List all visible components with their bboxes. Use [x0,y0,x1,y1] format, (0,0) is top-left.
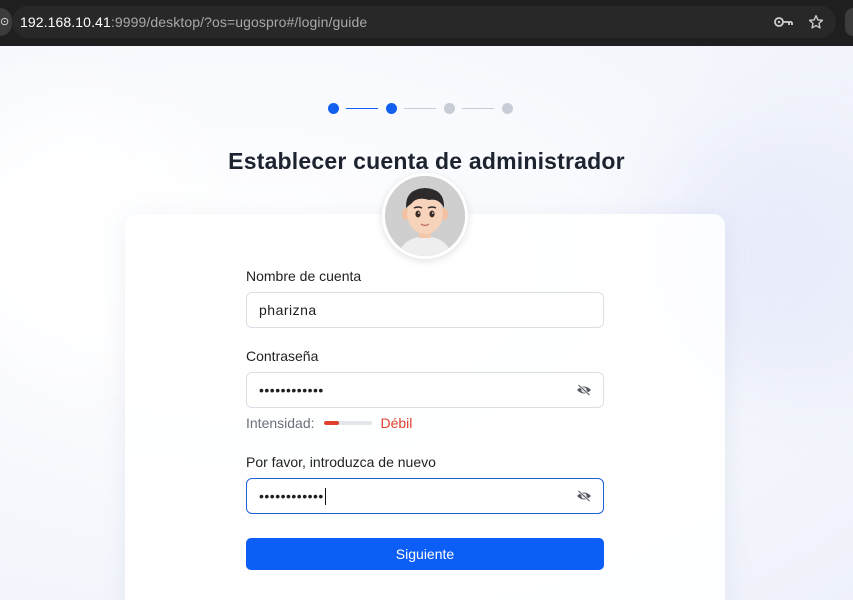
page-title: Establecer cuenta de administrador [228,148,625,174]
avatar-illustration [385,176,465,256]
strength-meter-fill [323,421,340,425]
strength-meter [323,421,372,425]
account-name-value: pharizna [259,302,317,318]
account-name-input[interactable]: pharizna [246,292,604,328]
avatar[interactable] [382,173,468,259]
site-info-icon[interactable]: ⊙ [0,15,9,28]
step-3-connector [462,108,494,109]
page-content: Establecer cuenta de administrador Nombr… [0,46,853,600]
address-bar[interactable]: 192.168.10.41:9999/desktop/?os=ugospro#/… [12,6,836,38]
strength-label: Intensidad: [246,415,315,431]
confirm-password-value: •••••••••••• [259,488,324,504]
next-button[interactable]: Siguiente [246,538,604,570]
account-name-label: Nombre de cuenta [246,268,362,284]
url-text[interactable]: 192.168.10.41:9999/desktop/?os=ugospro#/… [20,14,367,30]
step-1-connector [346,108,378,109]
url-path: :9999/desktop/?os=ugospro#/login/guide [110,14,368,30]
strength-value: Débil [380,415,413,431]
password-value: •••••••••••• [259,382,324,398]
confirm-password-label: Por favor, introduzca de nuevo [246,454,436,470]
url-host: 192.168.10.41 [20,14,111,30]
text-caret [324,487,326,505]
progress-stepper [328,103,518,115]
step-1-dot [328,103,339,114]
step-2-connector [404,108,436,109]
eye-hidden-icon[interactable] [576,489,592,503]
toolbar-edge [845,8,853,36]
eye-hidden-icon[interactable] [576,383,592,397]
step-2-dot [386,103,397,114]
bookmark-star-icon[interactable] [806,12,826,32]
password-input[interactable]: •••••••••••• [246,372,604,408]
step-4-dot [502,103,513,114]
password-key-icon[interactable] [774,12,794,32]
confirm-password-input[interactable]: •••••••••••• [246,478,604,514]
password-label: Contraseña [246,348,319,364]
step-3-dot [444,103,455,114]
password-strength: Intensidad: Débil [246,414,412,432]
browser-toolbar: ⊙ 192.168.10.41:9999/desktop/?os=ugospro… [0,0,853,46]
